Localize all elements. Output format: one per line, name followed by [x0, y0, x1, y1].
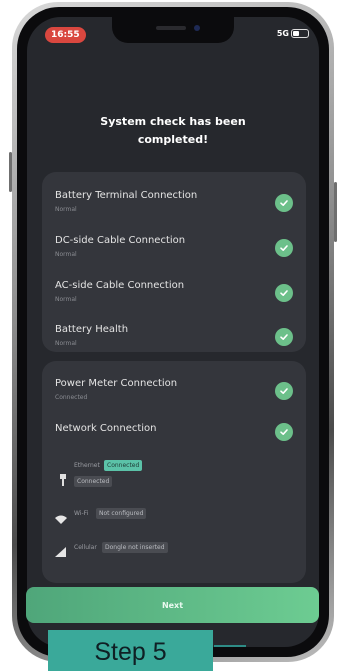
power-meter-label: Power Meter Connection [55, 378, 178, 389]
check-row: Battery Terminal Connection Normal [55, 190, 293, 230]
wifi-status-chip: Not configured [96, 508, 147, 519]
next-button[interactable]: Next [26, 587, 319, 623]
battery-icon [291, 29, 309, 38]
check-circle-icon [275, 328, 293, 346]
power-meter-status: Connected [55, 394, 88, 401]
phone-screen: 16:55 5G System check has been completed… [27, 17, 319, 647]
side-button-right [334, 182, 337, 242]
system-check-card: Battery Terminal Connection Normal DC-si… [42, 172, 306, 352]
check-status: Normal [55, 206, 77, 213]
ethernet-status-chip: Connected [104, 460, 143, 471]
page-title-line1: System check has been [100, 115, 246, 128]
ethernet-label: Ethernet [74, 462, 100, 469]
check-row: AC-side Cable Connection Normal [55, 280, 293, 320]
check-label: Battery Health [55, 324, 129, 335]
network-indicator: 5G [276, 29, 289, 38]
cellular-detail: Cellular Dongle not inserted [52, 541, 296, 561]
check-circle-icon [275, 423, 293, 441]
check-label: DC-side Cable Connection [55, 235, 186, 246]
network-row: Network Connection [55, 423, 293, 463]
ethernet-secondary-chip: Connected [74, 476, 113, 487]
caption-line [214, 645, 246, 647]
connection-card: Power Meter Connection Connected Network… [42, 361, 306, 583]
status-time: 16:55 [45, 27, 86, 43]
cellular-signal-icon [55, 542, 66, 561]
phone-frame: 16:55 5G System check has been completed… [9, 2, 337, 662]
power-meter-row: Power Meter Connection Connected [55, 378, 293, 418]
check-circle-icon [275, 284, 293, 302]
page-title-line2: completed! [137, 133, 209, 146]
ethernet-detail: Ethernet Connected Connected [52, 459, 296, 499]
wifi-icon [54, 509, 68, 528]
check-circle-icon [275, 194, 293, 212]
step-caption: Step 5 [48, 630, 213, 671]
network-label: Network Connection [55, 423, 157, 434]
cellular-status-chip: Dongle not inserted [102, 542, 168, 553]
check-status: Normal [55, 340, 77, 347]
check-status: Normal [55, 251, 77, 258]
front-camera [194, 25, 200, 31]
speaker [156, 26, 186, 30]
check-label: AC-side Cable Connection [55, 280, 185, 291]
check-row: Battery Health Normal [55, 324, 293, 364]
cellular-label: Cellular [74, 544, 97, 551]
check-status: Normal [55, 296, 77, 303]
side-button-left [9, 152, 12, 192]
check-label: Battery Terminal Connection [55, 190, 198, 201]
wifi-detail: Wi-Fi Not configured [52, 507, 296, 527]
phone-bezel: 16:55 5G System check has been completed… [17, 7, 329, 657]
wifi-label: Wi-Fi [74, 510, 89, 517]
page-title: System check has been completed! [67, 113, 279, 149]
check-row: DC-side Cable Connection Normal [55, 235, 293, 275]
check-circle-icon [275, 382, 293, 400]
status-bar: 16:55 5G [27, 17, 319, 51]
notch [112, 17, 234, 43]
check-circle-icon [275, 239, 293, 257]
ethernet-icon [60, 471, 66, 490]
